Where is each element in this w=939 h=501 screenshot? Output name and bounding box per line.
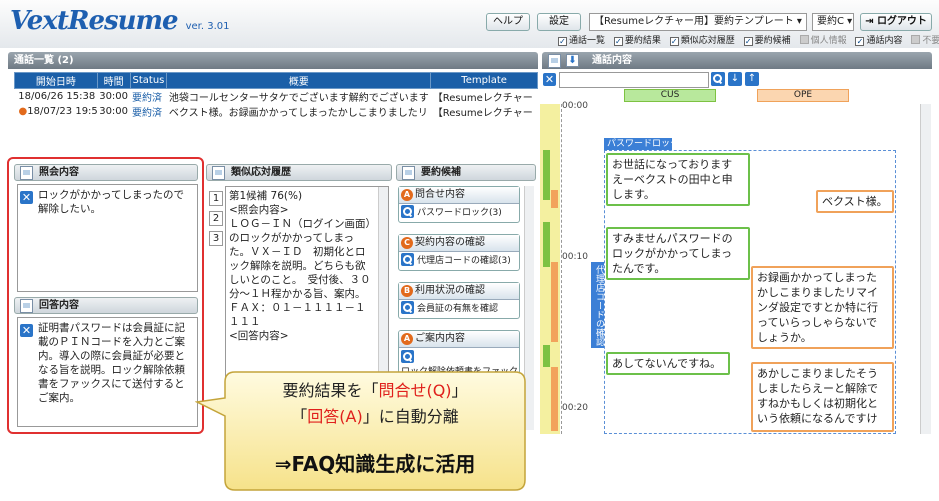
tag-agent-code[interactable]: 代理店コードの確認 bbox=[591, 262, 604, 348]
call-list-table: 開始日時 時間 Status 概要 Template 18/06/26 15:3… bbox=[14, 72, 538, 119]
page-button[interactable]: 1 bbox=[209, 191, 223, 206]
answer-text: 証明書パスワードは会員証に記載のＰＩＮコードを入力とご案内。導入の際に会員証が必… bbox=[38, 322, 185, 404]
search-icon bbox=[401, 301, 414, 314]
time-tick: 00:10 bbox=[562, 252, 588, 262]
badge-icon: C bbox=[401, 237, 413, 249]
page-button[interactable]: 2 bbox=[209, 211, 223, 226]
checkbox-icon bbox=[799, 35, 809, 44]
checkbox-icon: ✓ bbox=[855, 37, 865, 46]
toggle-call-list[interactable]: ✓ 通話一覧 bbox=[558, 33, 605, 46]
badge-icon: A bbox=[401, 333, 413, 345]
app-header: VextResume ver. 3.01 ヘルプ 設定 【Resumeレクチャー用… bbox=[0, 0, 939, 48]
transcript-search-input[interactable] bbox=[559, 72, 709, 88]
tag-password-lock[interactable]: パスワードロック bbox=[604, 138, 679, 150]
call-list-header: 通話一覧 (2) bbox=[8, 52, 538, 69]
document-icon bbox=[212, 166, 225, 180]
column-header[interactable]: 時間 bbox=[96, 72, 131, 89]
close-icon[interactable]: ✕ bbox=[20, 191, 33, 204]
ope-speech-bar bbox=[551, 262, 558, 342]
callout-line2: 「回答(A)」に自動分離 bbox=[291, 407, 459, 426]
arrow-down-icon[interactable]: ↓ bbox=[728, 72, 742, 86]
ope-utterance[interactable]: お録画かかってしまった かしこまりましたリマイ ンダ設定ですとか特に行 っていら… bbox=[751, 266, 894, 349]
close-icon[interactable]: ✕ bbox=[543, 73, 556, 86]
ope-speech-bar bbox=[551, 190, 558, 208]
checkbox-icon: ✓ bbox=[558, 37, 567, 46]
column-header[interactable]: Template bbox=[430, 72, 538, 89]
ope-label: OPE bbox=[757, 89, 849, 102]
logout-button[interactable]: ⇥ ログアウト bbox=[860, 13, 932, 31]
checkbox-icon bbox=[911, 35, 921, 44]
document-icon bbox=[20, 166, 33, 180]
arrow-up-icon[interactable]: ↑ bbox=[745, 72, 759, 86]
search-icon bbox=[401, 350, 414, 363]
search-icon bbox=[401, 253, 414, 266]
template-select[interactable]: 【Resumeレクチャー用】要約テンプレート ▾ bbox=[589, 13, 807, 31]
time-tick: 00:00 bbox=[562, 101, 588, 111]
candidate-item[interactable]: パスワードロック(3) bbox=[399, 204, 519, 222]
document-icon bbox=[402, 166, 415, 180]
document-icon bbox=[548, 54, 561, 68]
document-icon bbox=[20, 299, 33, 313]
toggle-filler[interactable]: 不要語 bbox=[911, 33, 939, 46]
cus-speech-bar bbox=[543, 150, 550, 200]
logout-icon: ⇥ bbox=[865, 16, 874, 27]
toggle-transcript[interactable]: ✓ 通話内容 bbox=[855, 33, 902, 46]
ope-utterance[interactable]: ベクスト様。 bbox=[816, 190, 894, 213]
checkbox-icon: ✓ bbox=[743, 37, 753, 46]
checkbox-icon: ✓ bbox=[669, 37, 679, 46]
answer-box[interactable]: ✕ 証明書パスワードは会員証に記載のＰＩＮコードを入力とご案内。導入の際に会員証… bbox=[17, 317, 198, 427]
ope-utterance[interactable]: あかしこまりましたそう しましたらえーと解除で すねかもしくは初期化と いう依頼… bbox=[751, 362, 894, 432]
view-toggles: ✓通話一覧 ✓要約結果 ✓類似応対履歴 ✓要約候補 個人情報 ✓通話内容 不要語 bbox=[558, 33, 939, 46]
inquiry-header: 照会内容 bbox=[14, 164, 198, 181]
column-header[interactable]: Status bbox=[129, 72, 168, 89]
logo: VextResume ver. 3.01 bbox=[10, 6, 230, 36]
candidates-header: 要約候補 bbox=[396, 164, 536, 181]
column-header[interactable]: 概要 bbox=[166, 72, 432, 89]
inquiry-text: ロックがかかってしまったので解除したい。 bbox=[38, 189, 185, 215]
close-icon[interactable]: ✕ bbox=[20, 324, 33, 337]
badge-icon: A bbox=[401, 189, 413, 201]
page-button[interactable]: 3 bbox=[209, 231, 223, 246]
cus-utterance[interactable]: お世話になっております えーベクストの田中と申 します。 bbox=[606, 153, 750, 206]
active-dot-icon: ● bbox=[18, 106, 28, 117]
column-header[interactable]: 開始日時 bbox=[14, 72, 98, 89]
scrollbar[interactable] bbox=[920, 104, 931, 434]
toggle-candidates[interactable]: ✓ 要約候補 bbox=[743, 33, 791, 46]
toggle-summary[interactable]: ✓ 要約結果 bbox=[613, 33, 661, 46]
summary-select[interactable]: 要約C ▾ bbox=[812, 13, 854, 31]
table-row[interactable]: ● 18/07/23 19:57 30:00 要約済 ベクスト様。お録画かかってし… bbox=[15, 104, 538, 119]
candidate-item[interactable]: 会員証の有無を確認 bbox=[399, 300, 519, 318]
candidate-group: C 契約内容の確認 代理店コードの確認(3) bbox=[398, 234, 520, 271]
toggle-similar[interactable]: ✓ 類似応対履歴 bbox=[669, 33, 735, 46]
candidate-item[interactable]: 代理店コードの確認(3) bbox=[399, 252, 519, 270]
settings-button[interactable]: 設定 bbox=[537, 13, 581, 31]
toggle-personal[interactable]: 個人情報 bbox=[799, 33, 847, 46]
search-icon bbox=[401, 205, 414, 218]
download-icon[interactable]: ⬇ bbox=[566, 54, 579, 67]
cus-utterance[interactable]: すみませんパスワードの ロックがかかってしまっ たんです。 bbox=[606, 227, 750, 280]
search-button[interactable] bbox=[711, 72, 725, 86]
cus-label: CUS bbox=[624, 89, 716, 102]
candidate-group: B 利用状況の確認 会員証の有無を確認 bbox=[398, 282, 520, 319]
badge-icon: B bbox=[401, 285, 413, 297]
table-row[interactable]: 18/06/26 15:38 30:00 要約済 池袋コールセンターサタケでござ… bbox=[15, 89, 538, 104]
cus-speech-bar bbox=[543, 222, 550, 267]
version-label: ver. 3.01 bbox=[185, 21, 230, 32]
transcript-header: ⬇ 通話内容 bbox=[542, 52, 932, 69]
callout-wrap: 要約結果を「問合せ(Q)」 「回答(A)」に自動分離 ⇒FAQ知識生成に活用 bbox=[195, 366, 715, 501]
help-button[interactable]: ヘルプ bbox=[486, 13, 530, 31]
similar-text: 第1候補 76(%) <照会内容> ＬＯＧ－ＩＮ（ログイン画面）のロックがかかっ… bbox=[229, 190, 371, 342]
checkbox-icon: ✓ bbox=[613, 37, 623, 46]
candidate-group: A 問合せ内容 パスワードロック(3) bbox=[398, 186, 520, 223]
similar-header: 類似応対履歴 bbox=[206, 164, 392, 181]
search-icon bbox=[711, 72, 725, 86]
inquiry-box[interactable]: ✕ ロックがかかってしまったので解除したい。 bbox=[17, 184, 198, 292]
answer-header: 回答内容 bbox=[14, 297, 198, 314]
cus-speech-bar bbox=[543, 345, 550, 367]
table-header-row: 開始日時 時間 Status 概要 Template bbox=[14, 72, 538, 89]
callout-line3: ⇒FAQ知識生成に活用 bbox=[274, 452, 476, 476]
callout-line1: 要約結果を「問合せ(Q)」 bbox=[282, 381, 468, 400]
